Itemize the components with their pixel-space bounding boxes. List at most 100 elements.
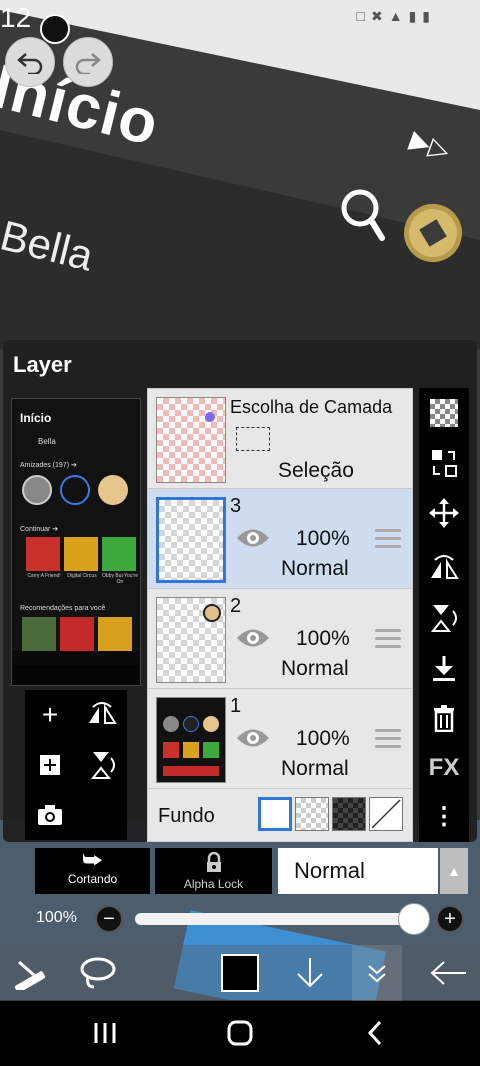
merge-down-arrow-button[interactable] — [280, 945, 340, 1001]
blend-mode-dropdown-button[interactable]: ▲ — [440, 848, 468, 894]
layer-panel-title: Layer — [13, 352, 72, 377]
layer-blend-mode: Normal — [281, 757, 349, 780]
clipping-label: Cortando — [67, 872, 118, 886]
swap-layer-button[interactable] — [419, 438, 469, 488]
fx-button[interactable]: FX — [419, 743, 469, 793]
preview-game-caption: Obby But You're On — [102, 573, 138, 585]
trash-icon — [434, 705, 454, 732]
opacity-decrease-button[interactable]: − — [95, 905, 123, 933]
layer-blend-mode: Normal — [281, 557, 349, 580]
move-button[interactable] — [419, 488, 469, 538]
clipping-button[interactable]: ⮩ Cortando — [35, 848, 150, 894]
slash-icon — [371, 799, 401, 829]
background-checker-dark-option[interactable] — [332, 797, 366, 831]
background-checker-light-option[interactable] — [295, 797, 329, 831]
flip-vertical-icon — [90, 752, 115, 779]
preview-avatar — [60, 475, 90, 505]
preview-game-tile — [64, 537, 98, 571]
layer-row-2[interactable]: 2 100% Normal — [148, 589, 412, 689]
camera-import-button[interactable] — [25, 790, 75, 840]
opacity-value-label: 100% — [36, 909, 77, 926]
home-button[interactable] — [210, 1015, 270, 1051]
system-back-button[interactable] — [345, 1015, 405, 1051]
blend-mode-select[interactable]: Normal — [278, 848, 438, 894]
chevron-up-icon: ▲ — [447, 863, 461, 879]
preview-profile-name: Bella — [38, 437, 56, 446]
preview-nav-bar — [12, 651, 140, 665]
transparency-checker-button[interactable] — [419, 388, 469, 438]
flip-horizontal-icon — [89, 702, 117, 724]
redo-icon — [75, 53, 101, 74]
system-nav-bar — [0, 1001, 480, 1066]
drag-handle-icon[interactable] — [375, 529, 401, 549]
chevron-left-icon — [367, 1020, 382, 1046]
opacity-slider-knob[interactable] — [398, 903, 430, 935]
flip-vertical-button[interactable] — [77, 740, 127, 790]
thumb-avatar-icon — [183, 716, 199, 732]
selection-layer-row[interactable]: Escolha de Camada Seleção — [148, 389, 412, 489]
undo-button[interactable] — [5, 37, 55, 87]
opacity-slider-track[interactable] — [135, 913, 415, 925]
delete-layer-button[interactable] — [419, 693, 469, 743]
drag-handle-icon[interactable] — [375, 629, 401, 649]
duplicate-layer-icon — [40, 755, 60, 775]
arrow-down-icon — [297, 958, 323, 988]
status-bar: 12 □ ✖ ▲ ▮ ▮ — [0, 0, 480, 44]
flip-vertical-icon — [430, 605, 457, 632]
more-vertical-icon: ⋮ — [432, 803, 456, 830]
plus-icon: + — [444, 907, 456, 930]
layer-thumbnail — [156, 497, 226, 583]
preview-avatar — [22, 475, 52, 505]
more-options-button[interactable]: ⋮ — [419, 792, 469, 842]
back-button[interactable] — [418, 945, 478, 1001]
selection-layer-title: Escolha de Camada — [230, 397, 393, 417]
preview-game-caption: Digital Circus — [67, 573, 97, 579]
arrow-left-icon — [430, 961, 466, 985]
selection-rect-icon — [236, 427, 270, 451]
layer-opacity: 100% — [296, 727, 350, 750]
camera-icon — [38, 805, 62, 825]
selection-layer-thumbnail — [156, 397, 226, 483]
preview-game-tile — [60, 617, 94, 651]
visibility-eye-icon[interactable] — [236, 627, 270, 649]
flip-horizontal-right-button[interactable] — [419, 543, 469, 593]
duplicate-layer-button[interactable] — [25, 740, 75, 790]
background-row: Fundo — [148, 789, 412, 843]
layer-opacity: 100% — [296, 527, 350, 550]
alpha-lock-label: Alpha Lock — [183, 877, 244, 891]
recent-apps-button[interactable] — [75, 1015, 135, 1051]
layer-row-1[interactable]: 1 100% Normal — [148, 689, 412, 789]
alpha-lock-button[interactable]: Alpha Lock — [155, 848, 272, 894]
drag-handle-icon[interactable] — [375, 729, 401, 749]
mute-icon: ✖ — [370, 8, 383, 24]
flip-horizontal-button[interactable] — [77, 690, 127, 740]
visibility-eye-icon[interactable] — [236, 727, 270, 749]
cast-icon: □ — [356, 8, 365, 24]
background-none-option[interactable] — [369, 797, 403, 831]
thumb-game-icon — [163, 742, 179, 758]
brush-tool-button[interactable] — [0, 945, 60, 1001]
signal-icon: ▮ — [408, 8, 417, 24]
layer-number: 2 — [230, 595, 242, 617]
visibility-eye-icon[interactable] — [236, 527, 270, 549]
checker-icon — [430, 399, 458, 427]
layer-tools-right: FX ⋮ — [419, 388, 469, 842]
layer-row-3[interactable]: 3 100% Normal — [148, 489, 412, 589]
undo-icon — [17, 53, 43, 74]
color-picker-button[interactable] — [210, 945, 270, 1001]
lasso-tool-button[interactable] — [68, 945, 128, 1001]
recent-apps-icon — [94, 1023, 116, 1043]
background-white-option[interactable] — [258, 797, 292, 831]
layer-thumbnail — [156, 597, 226, 683]
preview-game-tile — [26, 537, 60, 571]
opacity-increase-button[interactable]: + — [436, 905, 464, 933]
preview-game-tile — [98, 617, 132, 651]
layer-number: 3 — [230, 495, 242, 517]
collapse-panel-button[interactable] — [352, 945, 402, 1001]
add-layer-button[interactable]: + — [25, 690, 75, 740]
canvas-preview[interactable]: Início Bella Amizades (197) ➔ Continuar … — [11, 398, 141, 686]
merge-down-button[interactable] — [419, 643, 469, 693]
flip-vertical-right-button[interactable] — [419, 593, 469, 643]
drawing-toolbar — [0, 945, 480, 1001]
redo-button[interactable] — [63, 37, 113, 87]
